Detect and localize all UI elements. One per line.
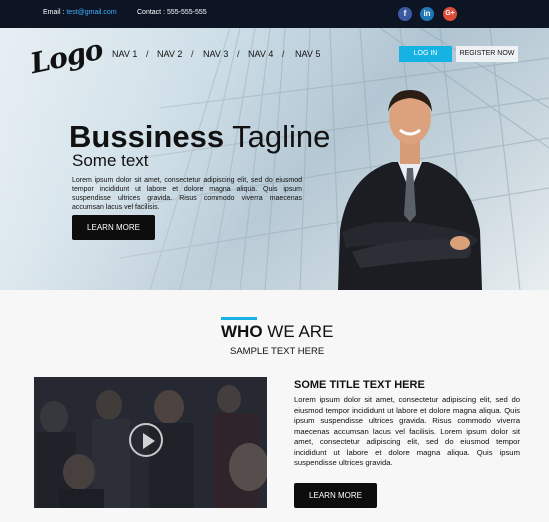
register-button[interactable]: REGISTER NOW [456, 46, 518, 62]
hero-learn-more-button[interactable]: LEARN MORE [72, 215, 155, 240]
hero-subtitle: Some text [72, 151, 149, 170]
login-button[interactable]: LOG IN [399, 46, 452, 62]
facebook-icon[interactable]: f [398, 7, 412, 21]
linkedin-icon[interactable]: in [420, 7, 434, 21]
hero-tagline: Bussiness Tagline [69, 119, 330, 155]
email-info: Email : test@gmail.com [43, 9, 117, 16]
google-plus-icon[interactable]: G+ [443, 7, 457, 21]
nav-item-2[interactable]: NAV 2 [157, 49, 182, 59]
content-text: Lorem ipsum dolor sit amet, consectetur … [294, 395, 520, 467]
nav-separator: / [282, 49, 285, 59]
email-label: Email : [43, 9, 65, 16]
hero-description: Lorem ipsum dolor sit amet, consectetur … [72, 177, 302, 211]
tagline-light: Tagline [232, 119, 331, 154]
heading-bold: WHO [221, 322, 263, 341]
nav-separator: / [237, 49, 240, 59]
email-link[interactable]: test@gmail.com [66, 9, 116, 16]
content-learn-more-button[interactable]: LEARN MORE [294, 483, 377, 508]
section-subtitle: SAMPLE TEXT HERE [230, 346, 325, 357]
businessman-image [338, 90, 482, 290]
play-icon[interactable] [129, 423, 163, 457]
nav-item-1[interactable]: NAV 1 [112, 49, 137, 59]
nav-separator: / [146, 49, 149, 59]
contact-info: Contact : 555-555-555 [137, 9, 207, 16]
top-bar: Email : test@gmail.com Contact : 555-555… [0, 0, 549, 28]
tagline-bold: Bussiness [69, 119, 225, 154]
heading-accent-line [221, 317, 257, 320]
heading-light: WE ARE [267, 322, 334, 341]
section-heading: WHO WE ARE [221, 322, 333, 342]
nav-item-5[interactable]: NAV 5 [295, 49, 320, 59]
content-title: SOME TITLE TEXT HERE [294, 379, 425, 391]
nav-separator: / [191, 49, 194, 59]
nav-item-4[interactable]: NAV 4 [248, 49, 273, 59]
nav-item-3[interactable]: NAV 3 [203, 49, 228, 59]
